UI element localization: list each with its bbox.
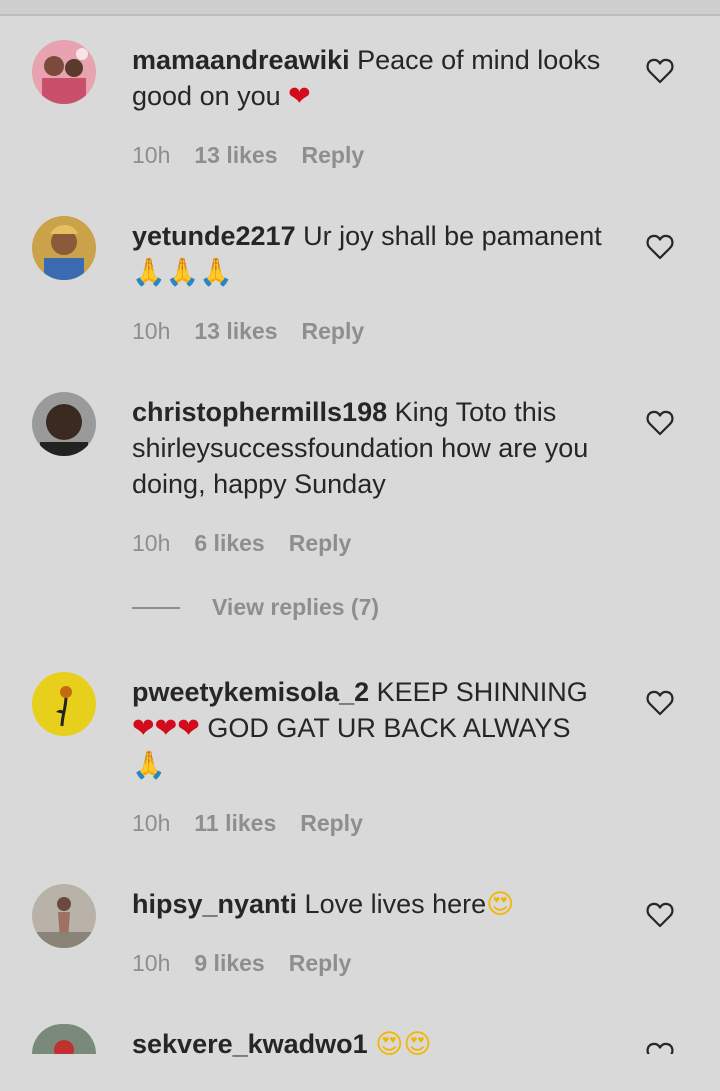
comment-text: hipsy_nyanti Love lives here😍 — [132, 886, 622, 923]
comment-likes[interactable]: 11 likes — [194, 810, 276, 837]
comment-time: 10h — [132, 318, 171, 344]
comment-username[interactable]: yetunde2217 — [132, 221, 296, 251]
comment-username[interactable]: hipsy_nyanti — [132, 889, 297, 919]
reply-button[interactable]: Reply — [300, 810, 363, 837]
hearts-emoji: ❤❤❤ — [132, 713, 200, 744]
comment-text: yetunde2217 Ur joy shall be pamanent 🙏🙏🙏 — [132, 218, 622, 291]
comment-text: christophermills198 King Toto this shirl… — [132, 394, 622, 502]
avatar[interactable] — [32, 672, 96, 736]
heart-emoji: ❤ — [288, 81, 311, 112]
view-replies-label[interactable]: View replies (7) — [212, 594, 379, 621]
comment-time: 10h — [132, 950, 171, 976]
heart-outline-icon[interactable] — [646, 410, 674, 436]
heart-outline-icon[interactable] — [646, 1042, 674, 1054]
comment-body-continued: GOD GAT UR BACK ALWAYS — [199, 713, 571, 743]
comment-meta: 10h 9 likes Reply — [132, 950, 351, 977]
comment-body: Love lives here — [297, 889, 487, 919]
top-divider — [0, 0, 720, 16]
comment-body: Ur joy shall be pamanent — [295, 221, 602, 251]
heart-outline-icon[interactable] — [646, 58, 674, 84]
reply-button[interactable]: Reply — [289, 950, 352, 977]
avatar[interactable] — [32, 392, 96, 456]
reply-button[interactable]: Reply — [302, 142, 365, 169]
view-replies-button[interactable]: View replies (7) — [132, 594, 379, 621]
comment-likes[interactable]: 13 likes — [194, 142, 277, 169]
comment-likes[interactable]: 13 likes — [194, 318, 277, 345]
reply-button[interactable]: Reply — [289, 530, 352, 557]
comment-item: sekvere_kwadwo1 😍😍 — [0, 1024, 720, 1091]
comment-time: 10h — [132, 810, 171, 836]
avatar[interactable] — [32, 216, 96, 280]
avatar[interactable] — [32, 40, 96, 104]
heart-eyes-emoji: 😍😍 — [375, 1029, 432, 1060]
heart-outline-icon[interactable] — [646, 234, 674, 260]
pray-emoji: 🙏 — [132, 750, 166, 781]
comment-username[interactable]: mamaandreawiki — [132, 45, 350, 75]
heart-outline-icon[interactable] — [646, 902, 674, 928]
reply-button[interactable]: Reply — [302, 318, 365, 345]
avatar[interactable] — [32, 884, 96, 948]
comment-body: KEEP SHINNING — [369, 677, 588, 707]
comment-text: mamaandreawiki Peace of mind looks good … — [132, 42, 622, 115]
avatar[interactable] — [32, 1024, 96, 1054]
comment-meta: 10h 13 likes Reply — [132, 318, 364, 345]
heart-eyes-emoji: 😍 — [486, 889, 515, 920]
comment-likes[interactable]: 9 likes — [194, 950, 264, 977]
heart-outline-icon[interactable] — [646, 690, 674, 716]
pray-emoji: 🙏🙏🙏 — [132, 257, 233, 288]
comment-text: pweetykemisola_2 KEEP SHINNING ❤❤❤ GOD GA… — [132, 674, 622, 784]
comment-time: 10h — [132, 142, 171, 168]
comment-text: sekvere_kwadwo1 😍😍 — [132, 1026, 622, 1063]
comment-meta: 10h 11 likes Reply — [132, 810, 363, 837]
view-replies-line — [132, 606, 180, 609]
comment-meta: 10h 13 likes Reply — [132, 142, 364, 169]
comment-time: 10h — [132, 530, 171, 556]
comment-likes[interactable]: 6 likes — [194, 530, 264, 557]
comment-meta: 10h 6 likes Reply — [132, 530, 351, 557]
comment-username[interactable]: christophermills198 — [132, 397, 387, 427]
comment-username[interactable]: pweetykemisola_2 — [132, 677, 369, 707]
comment-username[interactable]: sekvere_kwadwo1 — [132, 1029, 368, 1059]
